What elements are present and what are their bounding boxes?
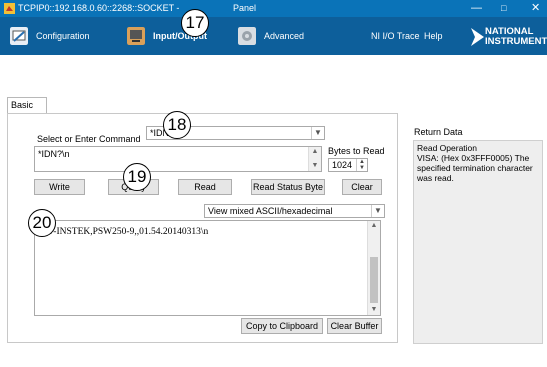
read-status-byte-button[interactable]: Read Status Byte <box>251 179 325 195</box>
ni-io-trace-link[interactable]: NI I/O Trace <box>371 17 420 55</box>
view-mode-value: View mixed ASCII/hexadecimal <box>208 206 333 216</box>
minimize-button[interactable]: — <box>471 2 482 14</box>
output-textarea[interactable]: GW-INSTEK,PSW250-9,,01.54.20140313\n ▲ ▼ <box>34 220 381 316</box>
ni-logo: NATIONAL INSTRUMENTS <box>471 27 547 49</box>
select-command-label: Select or Enter Command <box>37 134 141 144</box>
chevron-down-icon: ▼ <box>371 205 384 217</box>
tab-basic-io[interactable]: Basic I/O <box>7 97 47 124</box>
copy-to-clipboard-button[interactable]: Copy to Clipboard <box>241 318 323 334</box>
output-text: GW-INSTEK,PSW250-9,,01.54.20140313\n <box>38 227 209 237</box>
title-bar: TCPIP0::192.168.0.60::2268::SOCKET - Pan… <box>0 0 547 17</box>
command-scrollbar[interactable]: ▲ ▼ <box>308 147 321 171</box>
advanced-label: Advanced <box>264 31 305 41</box>
ni-logo-line2: INSTRUMENTS <box>485 36 547 47</box>
window-title: TCPIP0::192.168.0.60::2268::SOCKET - <box>18 3 180 13</box>
help-link[interactable]: Help <box>424 17 443 55</box>
bytes-to-read-value: 1024 <box>332 160 353 170</box>
return-data-line1: Read Operation <box>417 143 478 153</box>
help-label: Help <box>424 31 443 41</box>
gear-icon <box>238 27 256 45</box>
scroll-down-icon: ▼ <box>370 306 378 313</box>
spinner-arrows-icon: ▲ ▼ <box>356 159 367 171</box>
maximize-button[interactable]: □ <box>501 2 506 14</box>
write-button[interactable]: Write <box>34 179 85 195</box>
configuration-label: Configuration <box>36 31 90 41</box>
scroll-down-icon: ▼ <box>311 162 319 169</box>
bytes-to-read-spinner[interactable]: 1024 ▲ ▼ <box>328 158 368 172</box>
read-button[interactable]: Read <box>178 179 232 195</box>
close-button[interactable]: ✕ <box>531 2 540 14</box>
scroll-thumb[interactable] <box>370 257 378 303</box>
return-data-label: Return Data <box>414 127 463 137</box>
configuration-tab[interactable]: Configuration <box>10 17 90 55</box>
scroll-up-icon: ▲ <box>370 222 378 229</box>
return-data-line2: VISA: (Hex 0x3FFF0005) The specified ter… <box>417 153 533 183</box>
callout-20: 20 <box>28 209 56 237</box>
scroll-up-icon: ▲ <box>311 148 319 155</box>
input-output-icon <box>127 27 145 45</box>
advanced-tab[interactable]: Advanced <box>238 17 304 55</box>
toolbar: Configuration Input/Output Advanced NI I… <box>0 17 547 55</box>
chevron-down-icon: ▼ <box>311 127 324 139</box>
window-title-tail: Panel <box>233 3 257 13</box>
view-mode-dropdown[interactable]: View mixed ASCII/hexadecimal ▼ <box>204 204 385 218</box>
ni-eagle-icon <box>471 28 484 46</box>
return-data-box: Read Operation VISA: (Hex 0x3FFF0005) Th… <box>413 140 543 344</box>
clear-buffer-button[interactable]: Clear Buffer <box>327 318 382 334</box>
bytes-to-read-label: Bytes to Read <box>328 146 385 156</box>
callout-19: 19 <box>123 163 151 191</box>
command-textarea[interactable]: *IDN?\n ▲ ▼ <box>34 146 322 172</box>
app-icon <box>4 3 15 14</box>
command-text: *IDN?\n <box>38 149 70 159</box>
clear-button[interactable]: Clear <box>342 179 382 195</box>
configuration-icon <box>10 27 28 45</box>
ni-io-trace-label: NI I/O Trace <box>371 31 420 41</box>
callout-18: 18 <box>163 111 191 139</box>
output-scrollbar[interactable]: ▲ ▼ <box>367 221 380 315</box>
callout-17: 17 <box>181 9 209 37</box>
